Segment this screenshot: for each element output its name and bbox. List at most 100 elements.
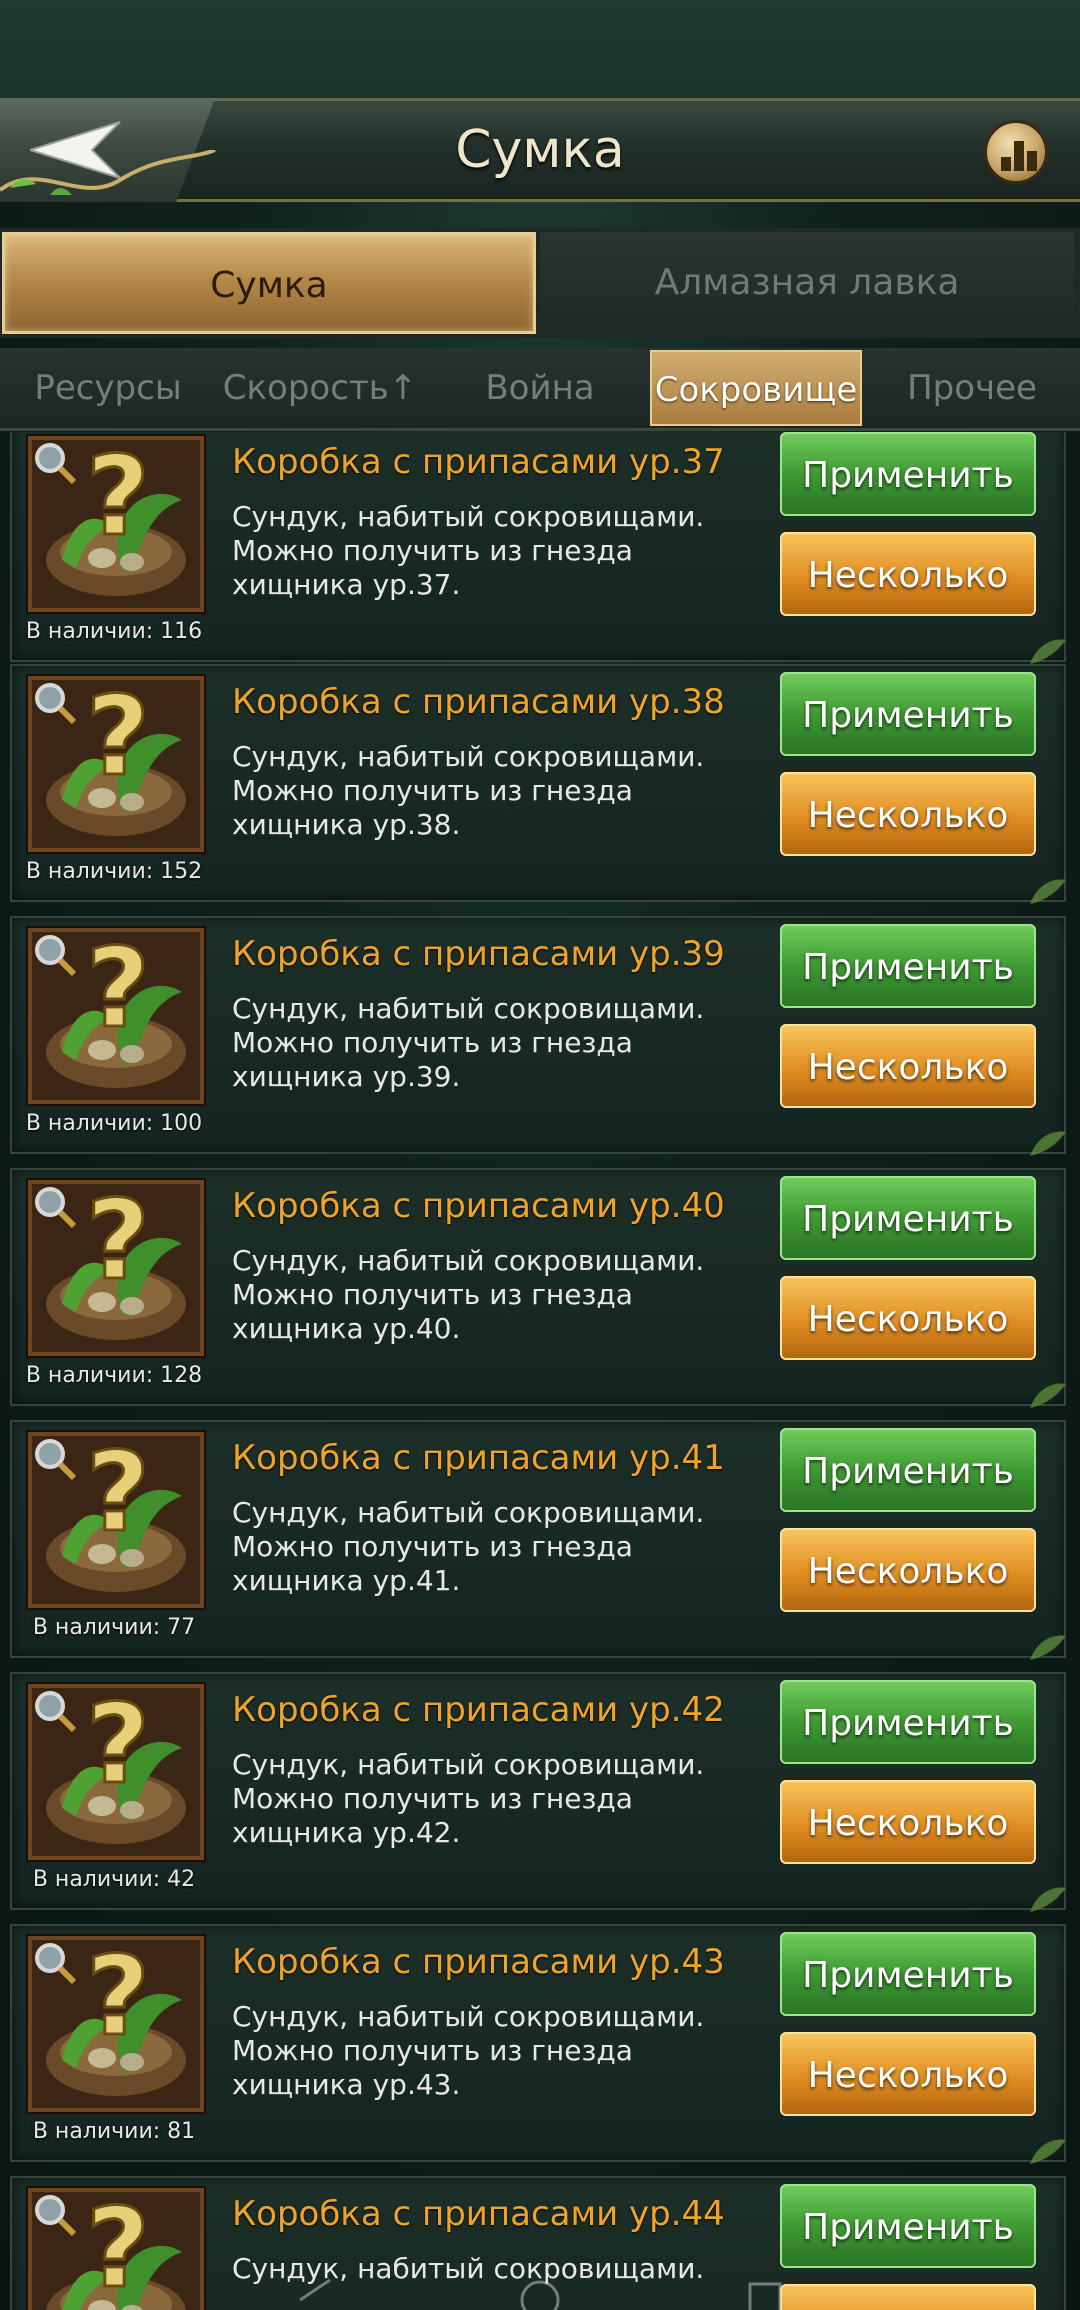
supply-box-icon[interactable]: ? [28,676,204,852]
subtab-other[interactable]: Прочее [872,350,1072,426]
item-title: Коробка с припасами ур.41 [232,1438,725,1478]
nav-recents-icon [748,2282,782,2310]
nav-home-icon [520,2280,560,2310]
item-description-line: Можно получить из гнезда [232,1530,633,1563]
stock-count: В наличии: 81 [32,2119,196,2144]
item-description-line: хищника ур.41. [232,1564,461,1597]
svg-text:?: ? [86,1184,150,1304]
item-description-line: Можно получить из гнезда [232,1026,633,1059]
subtab-war[interactable]: Война [440,350,640,426]
leaf-decoration-icon [1030,879,1066,904]
page-title: Сумка [455,120,625,180]
apply-button[interactable]: Применить [780,672,1036,756]
magnifier-icon[interactable] [32,440,76,484]
item-title: Коробка с припасами ур.38 [232,682,725,722]
item-description-line: Можно получить из гнезда [232,534,633,567]
use-multiple-button[interactable]: Несколько [780,1528,1036,1612]
leaf-decoration-icon [1030,2139,1066,2164]
item-description-line: хищника ур.38. [232,808,461,841]
magnifier-icon[interactable] [32,1184,76,1228]
magnifier-icon[interactable] [32,1436,76,1480]
stock-count: В наличии: 77 [32,1615,196,1640]
apply-button[interactable]: Применить [780,1176,1036,1260]
item-description-line: Можно получить из гнезда [232,774,633,807]
item-description-line: Сундук, набитый сокровищами. [232,740,705,773]
magnifier-icon[interactable] [32,1688,76,1732]
item-title: Коробка с припасами ур.44 [232,2194,725,2234]
subtab-speed[interactable]: Скорость↑ [220,350,420,426]
magnifier-icon[interactable] [32,2192,76,2236]
apply-button[interactable]: Применить [780,1932,1036,2016]
subtab-treasure[interactable]: Сокровище [650,350,862,426]
item-description: Сундук, набитый сокровищами. Можно получ… [232,1244,752,1346]
item-description-line: хищника ур.39. [232,1060,461,1093]
apply-button[interactable]: Применить [780,432,1036,516]
item-description: Сундук, набитый сокровищами. Можно получ… [232,500,752,602]
svg-text:?: ? [86,440,150,560]
supply-box-icon[interactable]: ? [28,1432,204,1608]
item-description: Сундук, набитый сокровищами. Можно получ… [232,1748,752,1850]
leaf-decoration-icon [1030,1635,1066,1660]
item-description-line: хищника ур.42. [232,1816,461,1849]
apply-button[interactable]: Применить [780,2184,1036,2268]
item-card: ? В наличии: 100 Коробка с припасами ур.… [10,916,1066,1156]
status-bar-area [0,0,1080,98]
item-description-line: Сундук, набитый сокровищами. [232,1496,705,1529]
item-title: Коробка с припасами ур.39 [232,934,725,974]
nav-back-icon [299,2278,331,2302]
svg-text:?: ? [86,1940,150,2060]
use-multiple-button[interactable]: Несколько [780,532,1036,616]
item-description-line: Можно получить из гнезда [232,1278,633,1311]
use-multiple-button[interactable]: Несколько [780,772,1036,856]
tab-diamond-shop[interactable]: Алмазная лавка [540,232,1074,334]
leaf-decoration-icon [1030,1887,1066,1912]
item-card: ? В наличии: 42 Коробка с припасами ур.4… [10,1672,1066,1912]
item-description-line: Сундук, набитый сокровищами. [232,1244,705,1277]
item-description-line: Можно получить из гнезда [232,2034,633,2067]
apply-button[interactable]: Применить [780,1680,1036,1764]
use-multiple-button[interactable]: Несколько [780,2032,1036,2116]
stats-button[interactable] [984,120,1048,184]
magnifier-icon[interactable] [32,1940,76,1984]
supply-box-icon[interactable]: ? [28,1936,204,2112]
supply-box-icon[interactable]: ? [28,1180,204,1356]
supply-box-icon[interactable]: ? [28,436,204,612]
tab-bag[interactable]: Сумка [2,232,536,334]
leaf-decoration-icon [1030,639,1066,664]
stock-count: В наличии: 42 [32,1867,196,1892]
item-title: Коробка с припасами ур.37 [232,442,725,482]
magnifier-icon[interactable] [32,932,76,976]
use-multiple-button[interactable]: Несколько [780,1024,1036,1108]
item-list[interactable]: ? В наличии: 116 Коробка с припасами ур.… [0,432,1080,2310]
svg-text:?: ? [86,1688,150,1808]
item-title: Коробка с припасами ур.42 [232,1690,725,1730]
item-description-line: Сундук, набитый сокровищами. [232,2000,705,2033]
apply-button[interactable]: Применить [780,1428,1036,1512]
item-description: Сундук, набитый сокровищами. Можно получ… [232,1496,752,1598]
stock-count: В наличии: 116 [25,619,203,644]
item-description-line: Сундук, набитый сокровищами. [232,992,705,1025]
use-multiple-button[interactable]: Несколько [780,1780,1036,1864]
item-description: Сундук, набитый сокровищами. Можно получ… [232,740,752,842]
item-card: ? В наличии: 128 Коробка с припасами ур.… [10,1168,1066,1408]
apply-button[interactable]: Применить [780,924,1036,1008]
item-card: ? В наличии: 152 Коробка с припасами ур.… [10,664,1066,904]
subtab-resources[interactable]: Ресурсы [8,350,208,426]
item-description: Сундук, набитый сокровищами. Можно получ… [232,2000,752,2102]
svg-text:?: ? [86,1436,150,1556]
item-description: Сундук, набитый сокровищами. Можно получ… [232,992,752,1094]
bar-chart-icon [1001,141,1037,171]
svg-text:?: ? [86,932,150,1052]
system-nav-bar [299,2278,782,2310]
leaf-decoration-icon [1030,1131,1066,1156]
item-title: Коробка с припасами ур.40 [232,1186,725,1226]
use-multiple-button[interactable]: Несколько [780,1276,1036,1360]
item-description-line: Можно получить из гнезда [232,1782,633,1815]
magnifier-icon[interactable] [32,680,76,724]
item-description-line: Сундук, набитый сокровищами. [232,1748,705,1781]
item-description-line: хищника ур.43. [232,2068,461,2101]
supply-box-icon[interactable]: ? [28,928,204,1104]
stock-count: В наличии: 128 [25,1363,203,1388]
item-description-line: хищника ур.40. [232,1312,461,1345]
supply-box-icon[interactable]: ? [28,1684,204,1860]
